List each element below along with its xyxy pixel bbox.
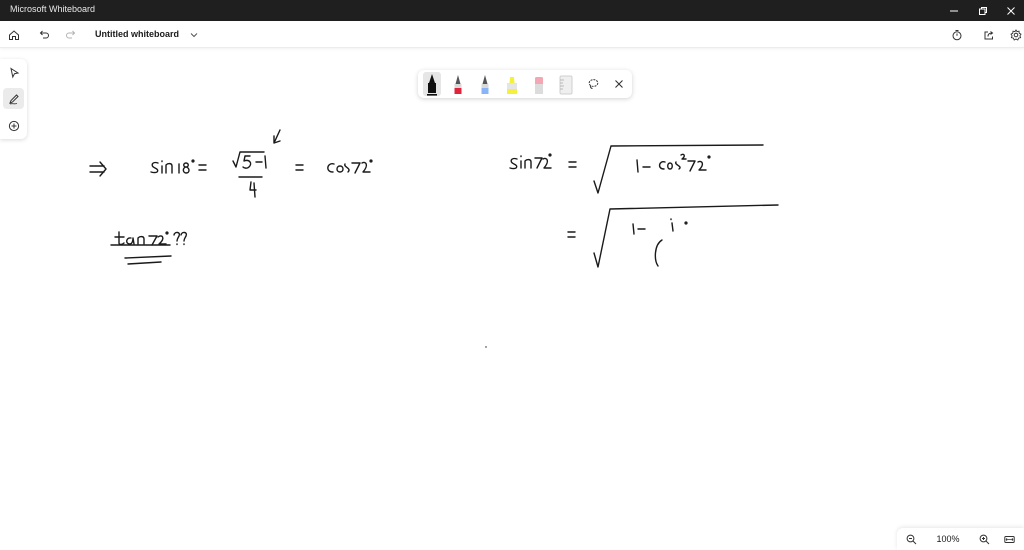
- close-icon: [1007, 6, 1015, 15]
- ink-sin72-equation: [509, 144, 764, 194]
- settings-button[interactable]: [1005, 24, 1024, 46]
- close-button[interactable]: [994, 0, 1024, 21]
- app-title: Microsoft Whiteboard: [10, 4, 96, 14]
- command-bar: Untitled whiteboard: [0, 21, 1024, 48]
- zoom-level[interactable]: 100%: [933, 534, 963, 544]
- ink-line4-equation: [567, 204, 779, 268]
- timer-button[interactable]: [946, 24, 968, 46]
- ink-dot: [485, 346, 487, 348]
- zoom-bar: 100%: [897, 528, 1024, 550]
- redo-icon: [66, 30, 76, 39]
- redo-button[interactable]: [60, 24, 82, 46]
- zoom-in-button[interactable]: [976, 532, 992, 546]
- home-icon: [9, 30, 19, 40]
- zoom-out-icon: [906, 534, 916, 544]
- board-name[interactable]: Untitled whiteboard: [95, 29, 179, 39]
- fit-to-screen-icon: [1003, 535, 1015, 543]
- whiteboard-canvas[interactable]: [0, 48, 1024, 528]
- restore-icon: [979, 6, 987, 15]
- zoom-out-button[interactable]: [903, 532, 919, 546]
- share-button[interactable]: [978, 24, 1000, 46]
- undo-icon: [39, 30, 49, 39]
- undo-button[interactable]: [33, 24, 55, 46]
- whiteboard-app: Microsoft Whiteboard Untitled whiteboard: [0, 0, 1024, 550]
- settings-icon: [1010, 29, 1022, 41]
- share-icon: [984, 31, 994, 40]
- timer-icon: [952, 30, 962, 41]
- ink-sin18-equation: [89, 129, 373, 198]
- chevron-down-icon[interactable]: [189, 30, 199, 40]
- title-bar: Microsoft Whiteboard: [0, 0, 1024, 21]
- home-button[interactable]: [3, 24, 25, 46]
- zoom-in-icon: [979, 534, 989, 544]
- fit-to-screen-button[interactable]: [1001, 532, 1017, 546]
- minimize-icon: [950, 10, 958, 11]
- ink-tan72-question: [110, 231, 188, 265]
